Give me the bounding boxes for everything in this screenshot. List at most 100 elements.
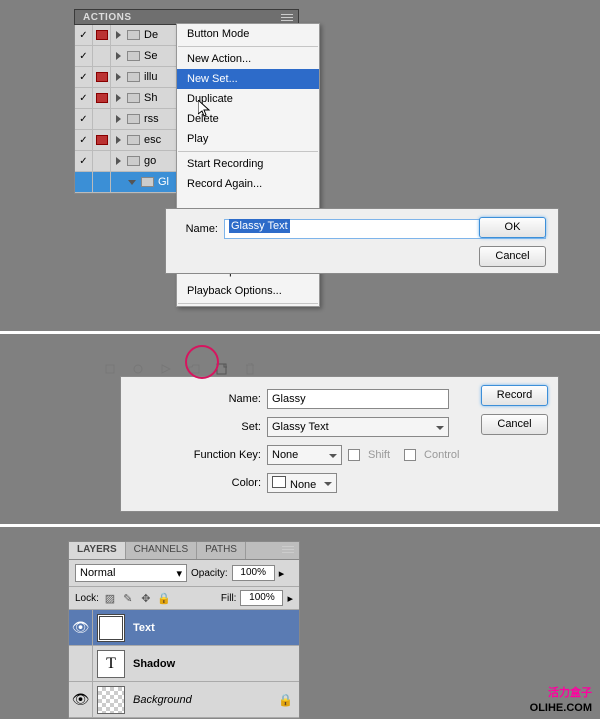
tab-layers[interactable]: LAYERS bbox=[69, 542, 126, 559]
lock-pixels-icon[interactable]: ✎ bbox=[121, 591, 135, 605]
control-checkbox[interactable] bbox=[404, 449, 416, 461]
play-icon[interactable] bbox=[159, 362, 173, 376]
layer-row-background[interactable]: 👁 Background 🔒 bbox=[69, 682, 299, 718]
expand-icon[interactable] bbox=[111, 157, 125, 165]
color-swatch bbox=[272, 476, 286, 488]
dialog-toggle[interactable] bbox=[93, 130, 111, 151]
cancel-button[interactable]: Cancel bbox=[481, 414, 548, 435]
expand-icon[interactable] bbox=[111, 73, 125, 81]
shift-checkbox[interactable] bbox=[348, 449, 360, 461]
expand-icon[interactable] bbox=[111, 115, 125, 123]
menu-new-action[interactable]: New Action... bbox=[177, 49, 319, 69]
toggle-checkbox[interactable] bbox=[75, 172, 93, 193]
folder-icon bbox=[125, 93, 141, 103]
name-label: Name: bbox=[131, 393, 261, 405]
watermark: 活力盒子 OLIHE.COM bbox=[530, 684, 592, 714]
menu-duplicate[interactable]: Duplicate bbox=[177, 89, 319, 109]
fill-label: Fill: bbox=[221, 593, 237, 604]
expand-icon[interactable] bbox=[111, 31, 125, 39]
opacity-input[interactable]: 100% bbox=[232, 565, 275, 581]
blend-mode-select[interactable]: Normal▾ bbox=[75, 564, 187, 582]
dialog-toggle[interactable] bbox=[93, 172, 111, 193]
panel-menu-button[interactable] bbox=[277, 542, 299, 556]
expand-icon[interactable] bbox=[111, 136, 125, 144]
expand-icon[interactable] bbox=[125, 180, 139, 185]
chevron-down-icon: ▾ bbox=[176, 567, 182, 580]
dialog-toggle[interactable] bbox=[93, 109, 111, 130]
layer-thumb-text[interactable]: T bbox=[97, 614, 125, 642]
folder-icon bbox=[139, 177, 155, 187]
layer-thumb-text[interactable]: T bbox=[97, 650, 125, 678]
toggle-checkbox[interactable] bbox=[75, 88, 93, 109]
separator bbox=[0, 331, 600, 334]
lock-label: Lock: bbox=[75, 593, 99, 604]
layer-thumb-bg[interactable] bbox=[97, 686, 125, 714]
toggle-checkbox[interactable] bbox=[75, 67, 93, 88]
record-icon[interactable] bbox=[131, 362, 145, 376]
color-label: Color: bbox=[131, 477, 261, 489]
toggle-checkbox[interactable] bbox=[75, 130, 93, 151]
tab-paths[interactable]: PATHS bbox=[197, 542, 246, 559]
cancel-button[interactable]: Cancel bbox=[479, 246, 546, 267]
opacity-slider-icon[interactable]: ▸ bbox=[279, 567, 285, 580]
dialog-toggle[interactable] bbox=[93, 46, 111, 67]
visibility-icon[interactable] bbox=[69, 646, 93, 682]
actions-tab[interactable]: ACTIONS bbox=[75, 11, 140, 24]
menu-delete[interactable]: Delete bbox=[177, 109, 319, 129]
highlight-circle bbox=[185, 345, 219, 379]
folder-icon bbox=[125, 30, 141, 40]
menu-play[interactable]: Play bbox=[177, 129, 319, 149]
dialog-toggle[interactable] bbox=[93, 88, 111, 109]
chevron-down-icon bbox=[436, 421, 444, 433]
folder-icon bbox=[125, 156, 141, 166]
menu-button-mode[interactable]: Button Mode bbox=[177, 24, 319, 44]
new-action-dialog: Name: Set: Glassy Text Function Key: Non… bbox=[120, 376, 559, 512]
dialog-toggle[interactable] bbox=[93, 151, 111, 172]
layer-row-text[interactable]: 👁 T Text bbox=[69, 610, 299, 646]
menu-playback-options[interactable]: Playback Options... bbox=[177, 281, 319, 301]
folder-icon bbox=[125, 72, 141, 82]
layers-panel: LAYERS CHANNELS PATHS Normal▾ Opacity: 1… bbox=[68, 541, 300, 719]
record-button[interactable]: Record bbox=[481, 385, 548, 406]
stop-icon[interactable] bbox=[103, 362, 117, 376]
chevron-down-icon bbox=[329, 449, 337, 461]
new-set-dialog: Name: Glassy Text OK Cancel bbox=[165, 208, 559, 274]
folder-icon bbox=[125, 114, 141, 124]
ok-button[interactable]: OK bbox=[479, 217, 546, 238]
lock-all-icon[interactable]: 🔒 bbox=[157, 591, 171, 605]
expand-icon[interactable] bbox=[111, 94, 125, 102]
separator bbox=[0, 524, 600, 527]
tab-channels[interactable]: CHANNELS bbox=[126, 542, 197, 559]
menu-separator bbox=[178, 46, 318, 47]
menu-new-set[interactable]: New Set... bbox=[177, 69, 319, 89]
function-key-select[interactable]: None bbox=[267, 445, 342, 465]
panel-tabs: LAYERS CHANNELS PATHS bbox=[69, 542, 299, 560]
menu-record-again[interactable]: Record Again... bbox=[177, 174, 319, 194]
fill-slider-icon[interactable]: ▸ bbox=[287, 592, 293, 605]
panel-menu-button[interactable] bbox=[276, 10, 298, 24]
toggle-checkbox[interactable] bbox=[75, 25, 93, 46]
color-select[interactable]: None bbox=[267, 473, 337, 493]
toggle-checkbox[interactable] bbox=[75, 109, 93, 130]
fill-input[interactable]: 100% bbox=[240, 590, 283, 606]
lock-position-icon[interactable]: ✥ bbox=[139, 591, 153, 605]
dialog-toggle[interactable] bbox=[93, 67, 111, 88]
lock-row: Lock: ▨ ✎ ✥ 🔒 Fill: 100% ▸ bbox=[69, 587, 299, 610]
dialog-toggle[interactable] bbox=[93, 25, 111, 46]
menu-separator bbox=[178, 151, 318, 152]
lock-icon: 🔒 bbox=[278, 693, 293, 707]
layer-row-shadow[interactable]: T Shadow bbox=[69, 646, 299, 682]
toggle-checkbox[interactable] bbox=[75, 151, 93, 172]
lock-transparent-icon[interactable]: ▨ bbox=[103, 591, 117, 605]
expand-icon[interactable] bbox=[111, 52, 125, 60]
chevron-down-icon bbox=[324, 477, 332, 489]
set-select[interactable]: Glassy Text bbox=[267, 417, 449, 437]
visibility-icon[interactable]: 👁 bbox=[69, 610, 93, 646]
menu-start-recording[interactable]: Start Recording bbox=[177, 154, 319, 174]
action-name-input[interactable] bbox=[267, 389, 449, 409]
function-key-label: Function Key: bbox=[131, 449, 261, 461]
visibility-icon[interactable]: 👁 bbox=[69, 682, 93, 718]
folder-icon bbox=[125, 51, 141, 61]
trash-icon[interactable] bbox=[243, 362, 257, 376]
toggle-checkbox[interactable] bbox=[75, 46, 93, 67]
